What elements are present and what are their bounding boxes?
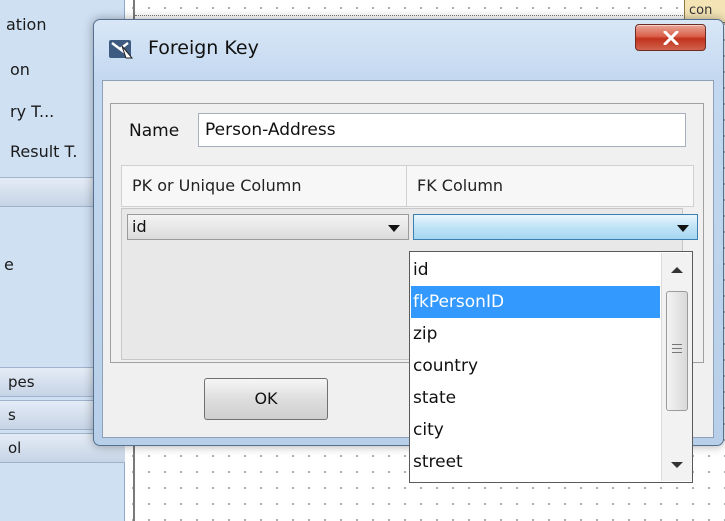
scroll-down-icon[interactable]	[671, 462, 683, 468]
grip-line	[672, 348, 682, 349]
dropdown-scrollbar[interactable]	[661, 253, 692, 481]
chevron-down-icon	[677, 225, 689, 232]
dropdown-option[interactable]: country	[411, 350, 660, 382]
close-icon	[663, 30, 678, 45]
pk-column-select[interactable]: id	[127, 214, 409, 240]
foreign-key-icon	[109, 40, 134, 59]
canvas-guideline	[135, 15, 705, 16]
chevron-down-icon	[388, 225, 400, 232]
dropdown-option[interactable]: street	[411, 446, 660, 478]
dropdown-option[interactable]: city	[411, 414, 660, 446]
scroll-up-icon[interactable]	[671, 267, 683, 273]
close-button[interactable]	[635, 24, 706, 51]
scrollbar-thumb[interactable]	[666, 291, 688, 411]
fk-column-select[interactable]	[413, 214, 698, 240]
pk-column-value: id	[132, 217, 147, 236]
grip-line	[672, 344, 682, 345]
fk-column-header[interactable]: FK Column	[406, 165, 694, 207]
pk-column-header[interactable]: PK or Unique Column	[121, 165, 407, 207]
dropdown-option-selected[interactable]: fkPersonID	[411, 286, 660, 318]
dropdown-option[interactable]: zip	[411, 318, 660, 350]
dropdown-option[interactable]: state	[411, 382, 660, 414]
name-label: Name	[129, 121, 180, 141]
grip-line	[672, 352, 682, 353]
dropdown-option[interactable]: id	[411, 254, 660, 286]
dialog-title: Foreign Key	[148, 37, 259, 59]
name-input[interactable]: Person-Address	[198, 113, 686, 147]
fk-column-dropdown-list[interactable]: id fkPersonID zip country state city str…	[409, 251, 693, 483]
ok-button[interactable]: OK	[204, 378, 328, 420]
